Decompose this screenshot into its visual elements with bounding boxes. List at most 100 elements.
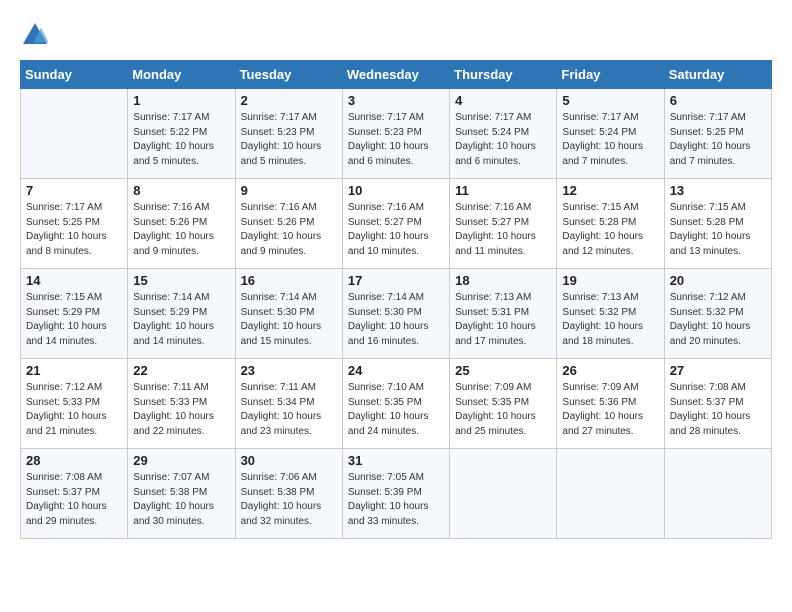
- calendar-cell: 27 Sunrise: 7:08 AMSunset: 5:37 PMDayligh…: [664, 359, 771, 449]
- calendar-cell: 13 Sunrise: 7:15 AMSunset: 5:28 PMDayligh…: [664, 179, 771, 269]
- calendar-cell: 4 Sunrise: 7:17 AMSunset: 5:24 PMDaylight…: [450, 89, 557, 179]
- day-info: Sunrise: 7:16 AMSunset: 5:27 PMDaylight:…: [348, 201, 444, 259]
- day-number: 29: [133, 453, 229, 468]
- day-number: 13: [670, 183, 766, 198]
- calendar-cell: 29Sunrise: 7:07 AMSunset: 5:38 PMDayligh…: [128, 449, 235, 539]
- day-info: Sunrise: 7:08 AMSunset: 5:37 PMDaylight:…: [26, 471, 122, 529]
- day-number: 25: [455, 363, 551, 378]
- day-number: 19: [562, 273, 658, 288]
- day-number: 3: [348, 93, 444, 108]
- day-info: Sunrise: 7:05 AMSunset: 5:39 PMDaylight:…: [348, 471, 444, 529]
- day-number: 2: [241, 93, 337, 108]
- day-info: Sunrise: 7:13 AMSunset: 5:32 PMDaylight:…: [562, 291, 658, 349]
- weekday-header: Monday: [128, 61, 235, 89]
- calendar-cell: [664, 449, 771, 539]
- day-number: 4: [455, 93, 551, 108]
- day-number: 12: [562, 183, 658, 198]
- day-info: Sunrise: 7:17 AMSunset: 5:22 PMDaylight:…: [133, 111, 229, 169]
- day-info: Sunrise: 7:09 AMSunset: 5:36 PMDaylight:…: [562, 381, 658, 439]
- day-number: 17: [348, 273, 444, 288]
- calendar-cell: 9Sunrise: 7:16 AMSunset: 5:26 PMDaylight…: [235, 179, 342, 269]
- calendar-cell: 2 Sunrise: 7:17 AMSunset: 5:23 PMDaylight…: [235, 89, 342, 179]
- calendar-cell: 26 Sunrise: 7:09 AMSunset: 5:36 PMDayligh…: [557, 359, 664, 449]
- calendar-week-row: 14 Sunrise: 7:15 AMSunset: 5:29 PMDayligh…: [21, 269, 772, 359]
- calendar-cell: 14 Sunrise: 7:15 AMSunset: 5:29 PMDayligh…: [21, 269, 128, 359]
- calendar-cell: 3 Sunrise: 7:17 AMSunset: 5:23 PMDaylight…: [342, 89, 449, 179]
- day-number: 18: [455, 273, 551, 288]
- day-info: Sunrise: 7:17 AMSunset: 5:25 PMDaylight:…: [26, 201, 122, 259]
- weekday-header: Sunday: [21, 61, 128, 89]
- day-number: 31: [348, 453, 444, 468]
- day-info: Sunrise: 7:06 AMSunset: 5:38 PMDaylight:…: [241, 471, 337, 529]
- calendar-cell: 7 Sunrise: 7:17 AMSunset: 5:25 PMDaylight…: [21, 179, 128, 269]
- calendar-cell: 5 Sunrise: 7:17 AMSunset: 5:24 PMDaylight…: [557, 89, 664, 179]
- day-info: Sunrise: 7:08 AMSunset: 5:37 PMDaylight:…: [670, 381, 766, 439]
- calendar-week-row: 21 Sunrise: 7:12 AMSunset: 5:33 PMDayligh…: [21, 359, 772, 449]
- day-info: Sunrise: 7:12 AMSunset: 5:33 PMDaylight:…: [26, 381, 122, 439]
- calendar-cell: 16 Sunrise: 7:14 AMSunset: 5:30 PMDayligh…: [235, 269, 342, 359]
- day-info: Sunrise: 7:13 AMSunset: 5:31 PMDaylight:…: [455, 291, 551, 349]
- day-info: Sunrise: 7:10 AMSunset: 5:35 PMDaylight:…: [348, 381, 444, 439]
- calendar-cell: 31 Sunrise: 7:05 AMSunset: 5:39 PMDayligh…: [342, 449, 449, 539]
- calendar-header: SundayMondayTuesdayWednesdayThursdayFrid…: [21, 61, 772, 89]
- day-number: 22: [133, 363, 229, 378]
- weekday-header: Friday: [557, 61, 664, 89]
- calendar-week-row: 28Sunrise: 7:08 AMSunset: 5:37 PMDayligh…: [21, 449, 772, 539]
- day-number: 23: [241, 363, 337, 378]
- day-info: Sunrise: 7:16 AMSunset: 5:27 PMDaylight:…: [455, 201, 551, 259]
- day-info: Sunrise: 7:17 AMSunset: 5:24 PMDaylight:…: [562, 111, 658, 169]
- calendar-cell: [450, 449, 557, 539]
- day-number: 27: [670, 363, 766, 378]
- calendar-cell: 12 Sunrise: 7:15 AMSunset: 5:28 PMDayligh…: [557, 179, 664, 269]
- day-number: 1: [133, 93, 229, 108]
- calendar-cell: 10 Sunrise: 7:16 AMSunset: 5:27 PMDayligh…: [342, 179, 449, 269]
- day-info: Sunrise: 7:11 AMSunset: 5:34 PMDaylight:…: [241, 381, 337, 439]
- day-info: Sunrise: 7:17 AMSunset: 5:25 PMDaylight:…: [670, 111, 766, 169]
- day-number: 30: [241, 453, 337, 468]
- day-info: Sunrise: 7:16 AMSunset: 5:26 PMDaylight:…: [133, 201, 229, 259]
- day-info: Sunrise: 7:14 AMSunset: 5:30 PMDaylight:…: [348, 291, 444, 349]
- calendar-cell: [557, 449, 664, 539]
- weekday-header: Wednesday: [342, 61, 449, 89]
- day-info: Sunrise: 7:15 AMSunset: 5:28 PMDaylight:…: [670, 201, 766, 259]
- weekday-header: Saturday: [664, 61, 771, 89]
- calendar-cell: 18 Sunrise: 7:13 AMSunset: 5:31 PMDayligh…: [450, 269, 557, 359]
- calendar-cell: 6 Sunrise: 7:17 AMSunset: 5:25 PMDaylight…: [664, 89, 771, 179]
- day-number: 6: [670, 93, 766, 108]
- weekday-header: Thursday: [450, 61, 557, 89]
- calendar-week-row: 1 Sunrise: 7:17 AMSunset: 5:22 PMDaylight…: [21, 89, 772, 179]
- calendar-cell: 19 Sunrise: 7:13 AMSunset: 5:32 PMDayligh…: [557, 269, 664, 359]
- day-info: Sunrise: 7:14 AMSunset: 5:30 PMDaylight:…: [241, 291, 337, 349]
- day-number: 9: [241, 183, 337, 198]
- logo-icon: [20, 20, 50, 50]
- page-header: [20, 20, 772, 50]
- day-number: 10: [348, 183, 444, 198]
- day-info: Sunrise: 7:09 AMSunset: 5:35 PMDaylight:…: [455, 381, 551, 439]
- calendar-body: 1 Sunrise: 7:17 AMSunset: 5:22 PMDaylight…: [21, 89, 772, 539]
- calendar-cell: 30 Sunrise: 7:06 AMSunset: 5:38 PMDayligh…: [235, 449, 342, 539]
- day-number: 24: [348, 363, 444, 378]
- calendar-cell: 8Sunrise: 7:16 AMSunset: 5:26 PMDaylight…: [128, 179, 235, 269]
- weekday-header: Tuesday: [235, 61, 342, 89]
- calendar-cell: 1 Sunrise: 7:17 AMSunset: 5:22 PMDaylight…: [128, 89, 235, 179]
- calendar-cell: 11 Sunrise: 7:16 AMSunset: 5:27 PMDayligh…: [450, 179, 557, 269]
- day-info: Sunrise: 7:12 AMSunset: 5:32 PMDaylight:…: [670, 291, 766, 349]
- day-info: Sunrise: 7:15 AMSunset: 5:28 PMDaylight:…: [562, 201, 658, 259]
- day-info: Sunrise: 7:17 AMSunset: 5:23 PMDaylight:…: [241, 111, 337, 169]
- calendar-cell: 20Sunrise: 7:12 AMSunset: 5:32 PMDayligh…: [664, 269, 771, 359]
- day-number: 7: [26, 183, 122, 198]
- day-number: 5: [562, 93, 658, 108]
- day-info: Sunrise: 7:17 AMSunset: 5:24 PMDaylight:…: [455, 111, 551, 169]
- calendar-cell: 15Sunrise: 7:14 AMSunset: 5:29 PMDayligh…: [128, 269, 235, 359]
- day-info: Sunrise: 7:15 AMSunset: 5:29 PMDaylight:…: [26, 291, 122, 349]
- day-number: 26: [562, 363, 658, 378]
- calendar-cell: 22Sunrise: 7:11 AMSunset: 5:33 PMDayligh…: [128, 359, 235, 449]
- day-number: 14: [26, 273, 122, 288]
- logo: [20, 20, 54, 50]
- day-number: 16: [241, 273, 337, 288]
- calendar-cell: 25 Sunrise: 7:09 AMSunset: 5:35 PMDayligh…: [450, 359, 557, 449]
- day-number: 21: [26, 363, 122, 378]
- day-number: 11: [455, 183, 551, 198]
- day-info: Sunrise: 7:17 AMSunset: 5:23 PMDaylight:…: [348, 111, 444, 169]
- calendar-cell: 24 Sunrise: 7:10 AMSunset: 5:35 PMDayligh…: [342, 359, 449, 449]
